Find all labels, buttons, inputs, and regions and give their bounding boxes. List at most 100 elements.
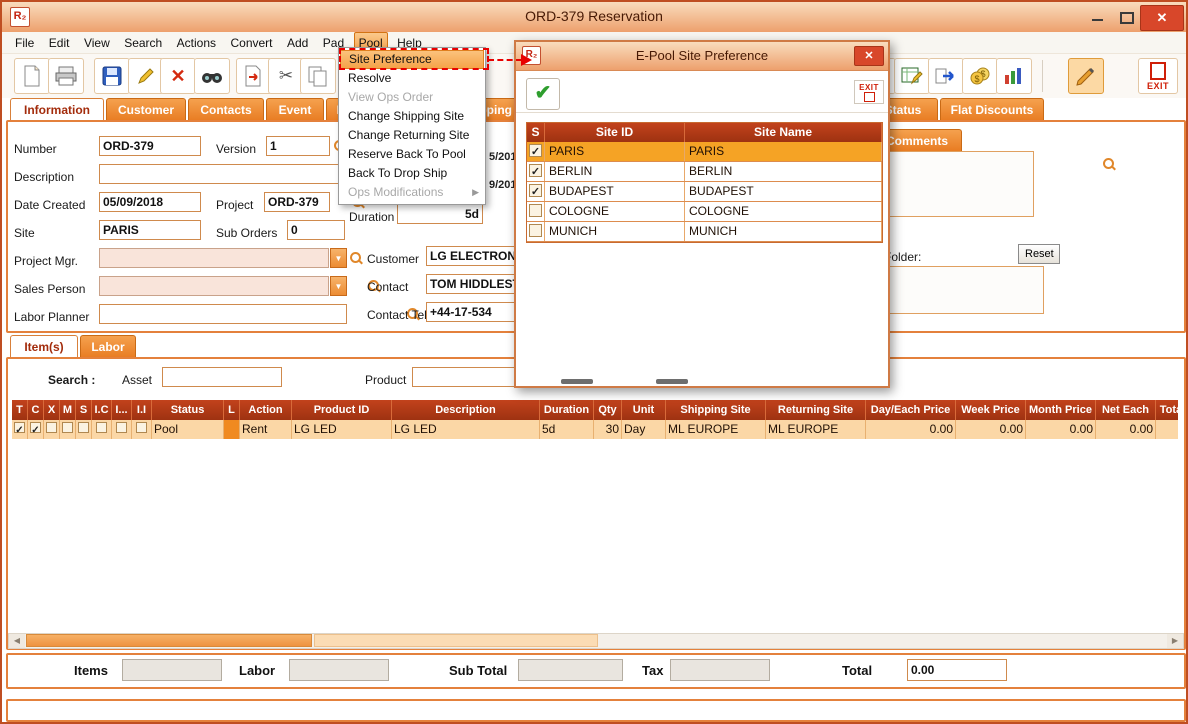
cut-button[interactable]: ✂	[268, 58, 304, 94]
export-button[interactable]	[236, 58, 272, 94]
col-i2[interactable]: I...	[112, 400, 132, 420]
sub-orders-input[interactable]	[287, 220, 345, 240]
col-duration[interactable]: Duration	[540, 400, 594, 420]
col-returning-site[interactable]: Returning Site	[766, 400, 866, 420]
menu-item-change-returning-site[interactable]: Change Returning Site	[340, 126, 484, 145]
checkbox-s[interactable]	[78, 422, 89, 433]
description-input[interactable]	[99, 164, 351, 184]
col-week-price[interactable]: Week Price	[956, 400, 1026, 420]
project-mgr-search-icon[interactable]	[349, 251, 363, 265]
sales-person-input[interactable]	[99, 276, 329, 296]
site-row-munich[interactable]: MUNICH MUNICH	[527, 222, 882, 242]
find-button[interactable]	[194, 58, 230, 94]
col-total[interactable]: Total	[1156, 400, 1178, 420]
site-row-cologne[interactable]: COLOGNE COLOGNE	[527, 202, 882, 222]
col-m[interactable]: M	[60, 400, 76, 420]
delete-button[interactable]: ✕	[160, 58, 196, 94]
edit-button[interactable]	[128, 58, 164, 94]
menu-item-reserve-back-to-pool[interactable]: Reserve Back To Pool	[340, 145, 484, 164]
menu-item-back-to-drop-ship[interactable]: Back To Drop Ship	[340, 164, 484, 183]
brush-button[interactable]	[1068, 58, 1104, 94]
tab-customer[interactable]: Customer	[106, 98, 186, 121]
site-row-paris[interactable]: PARIS PARIS	[527, 142, 882, 162]
col-action[interactable]: Action	[240, 400, 292, 420]
col-net-each[interactable]: Net Each	[1096, 400, 1156, 420]
col-description[interactable]: Description	[392, 400, 540, 420]
site-input[interactable]	[99, 220, 201, 240]
minimize-button[interactable]	[1082, 5, 1112, 29]
forward-button[interactable]	[928, 58, 964, 94]
tab-labor[interactable]: Labor	[80, 335, 136, 358]
site-col-name[interactable]: Site Name	[685, 123, 882, 142]
site-checkbox-paris[interactable]	[529, 144, 542, 157]
col-l[interactable]: L	[224, 400, 240, 420]
col-t[interactable]: T	[12, 400, 28, 420]
site-checkbox-cologne[interactable]	[529, 204, 542, 217]
dialog-close-button[interactable]: ✕	[854, 46, 884, 66]
comments-box[interactable]	[886, 151, 1034, 217]
dialog-ok-button[interactable]: ✔	[526, 78, 560, 110]
checkbox-t[interactable]	[14, 422, 25, 433]
scrollbar-thumb-secondary[interactable]	[314, 634, 598, 647]
save-button[interactable]	[94, 58, 130, 94]
scroll-left-icon[interactable]: ◀	[9, 634, 25, 648]
col-shipping-site[interactable]: Shipping Site	[666, 400, 766, 420]
tab-items[interactable]: Item(s)	[10, 335, 78, 358]
tab-contacts[interactable]: Contacts	[188, 98, 264, 121]
site-col-id[interactable]: Site ID	[545, 123, 685, 142]
checkbox-ii[interactable]	[136, 422, 147, 433]
print-button[interactable]	[48, 58, 84, 94]
menu-file[interactable]: File	[10, 32, 39, 53]
col-day-each-price[interactable]: Day/Each Price	[866, 400, 956, 420]
number-input[interactable]	[99, 136, 201, 156]
chart-button[interactable]	[996, 58, 1032, 94]
date-created-input[interactable]	[99, 192, 201, 212]
comments-search-icon[interactable]	[1102, 157, 1116, 171]
scroll-right-icon[interactable]: ▶	[1167, 634, 1183, 648]
sales-person-dropdown-button[interactable]: ▼	[330, 276, 347, 296]
tab-flat-discounts[interactable]: Flat Discounts	[940, 98, 1044, 121]
checkbox-x[interactable]	[46, 422, 57, 433]
dialog-grip-right[interactable]	[656, 379, 688, 384]
exit-button[interactable]: EXIT	[1138, 58, 1178, 94]
site-row-berlin[interactable]: BERLIN BERLIN	[527, 162, 882, 182]
new-button[interactable]	[14, 58, 50, 94]
project-input[interactable]	[264, 192, 330, 212]
site-checkbox-berlin[interactable]	[529, 164, 542, 177]
menu-item-change-shipping-site[interactable]: Change Shipping Site	[340, 107, 484, 126]
project-mgr-input[interactable]	[99, 248, 329, 268]
menu-view[interactable]: View	[79, 32, 115, 53]
site-checkbox-budapest[interactable]	[529, 184, 542, 197]
close-button[interactable]: ✕	[1140, 5, 1184, 31]
col-product-id[interactable]: Product ID	[292, 400, 392, 420]
prices-button[interactable]: $$	[962, 58, 998, 94]
duration-input[interactable]	[397, 204, 483, 224]
menu-convert[interactable]: Convert	[225, 32, 277, 53]
menu-actions[interactable]: Actions	[172, 32, 221, 53]
dialog-exit-button[interactable]: EXIT	[854, 80, 884, 104]
col-s[interactable]: S	[76, 400, 92, 420]
project-mgr-dropdown-button[interactable]: ▼	[330, 248, 347, 268]
col-qty[interactable]: Qty	[594, 400, 622, 420]
maximize-button[interactable]	[1112, 5, 1142, 29]
col-c[interactable]: C	[28, 400, 44, 420]
items-table-row[interactable]: Pool Rent LG LED LG LED 5d 30 Day ML EUR…	[12, 420, 1178, 439]
copy-button[interactable]	[300, 58, 336, 94]
menu-add[interactable]: Add	[282, 32, 313, 53]
site-row-budapest[interactable]: BUDAPEST BUDAPEST	[527, 182, 882, 202]
checkbox-c[interactable]	[30, 422, 41, 433]
folder-box[interactable]	[886, 266, 1044, 314]
dialog-grip-left[interactable]	[561, 379, 593, 384]
notes-edit-button[interactable]	[894, 58, 930, 94]
version-input[interactable]	[266, 136, 330, 156]
col-unit[interactable]: Unit	[622, 400, 666, 420]
checkbox-m[interactable]	[62, 422, 73, 433]
col-status[interactable]: Status	[152, 400, 224, 420]
col-x[interactable]: X	[44, 400, 60, 420]
col-month-price[interactable]: Month Price	[1026, 400, 1096, 420]
checkbox-i2[interactable]	[116, 422, 127, 433]
menu-item-resolve[interactable]: Resolve	[340, 69, 484, 88]
asset-input[interactable]	[162, 367, 282, 387]
site-checkbox-munich[interactable]	[529, 224, 542, 237]
reset-button[interactable]: Reset	[1018, 244, 1060, 264]
